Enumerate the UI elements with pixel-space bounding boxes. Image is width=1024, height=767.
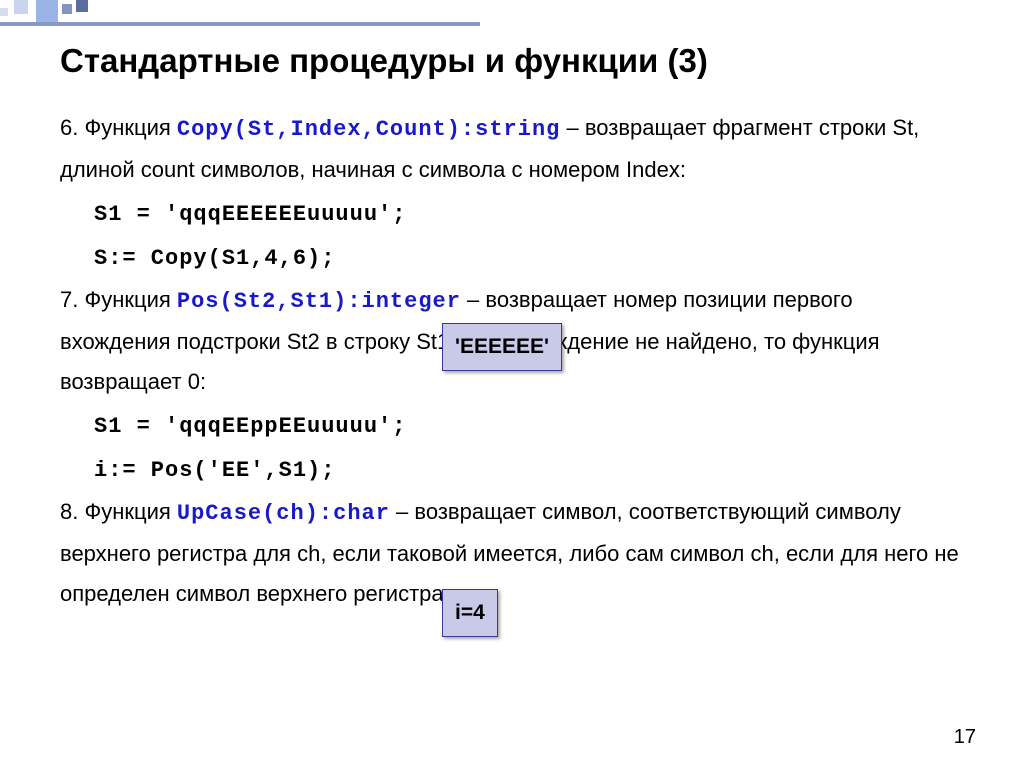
slide-content: 6. Функция Copy(St,Index,Count):string –… (60, 108, 964, 613)
code-line: i:= Pos('EE',S1); (60, 449, 964, 491)
slide-title: Стандартные процедуры и функции (3) (60, 42, 964, 80)
slide: Стандартные процедуры и функции (3) 6. Ф… (0, 0, 1024, 767)
result-box: i=4 (442, 589, 498, 637)
function-signature: Copy(St,Index,Count):string (177, 117, 560, 142)
item-number: 8. (60, 499, 78, 524)
code-line: S:= Copy(S1,4,6); (60, 237, 964, 279)
function-signature: Pos(St2,St1):integer (177, 289, 461, 314)
item-number: 7. (60, 287, 78, 312)
code-line: S1 = 'qqqEEppEEuuuuu'; (60, 405, 964, 447)
function-signature: UpCase(ch):char (177, 501, 390, 526)
corner-decoration-2 (62, 0, 112, 20)
item-lead: Функция (78, 287, 177, 312)
item-lead: Функция (78, 499, 177, 524)
item-8: 8. Функция UpCase(ch):char – возвращает … (60, 492, 964, 613)
item-6: 6. Функция Copy(St,Index,Count):string –… (60, 108, 964, 189)
code-line: S1 = 'qqqEEEEEEuuuuu'; (60, 193, 964, 235)
result-box: 'EEEEEE' (442, 323, 562, 371)
item-number: 6. (60, 115, 78, 140)
page-number: 17 (954, 726, 976, 749)
item-lead: Функция (78, 115, 177, 140)
